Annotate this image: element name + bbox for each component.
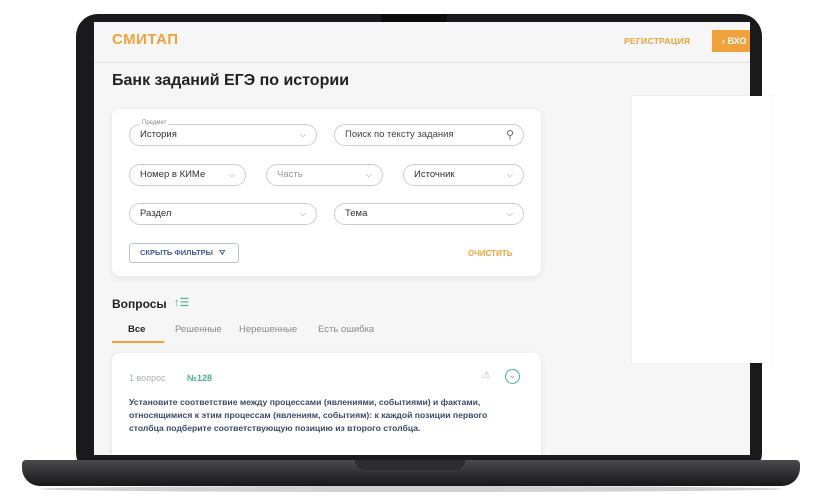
subject-legend: Предмет bbox=[140, 118, 169, 128]
filters-panel: Предмет История ⌵ Поиск по тексту задани… bbox=[112, 109, 541, 276]
search-icon[interactable]: ⚲ bbox=[506, 125, 514, 145]
search-input[interactable]: Поиск по тексту задания ⚲ bbox=[334, 124, 524, 146]
hide-filters-button[interactable]: СКРЫТЬ ФИЛЬТРЫ ⛛ bbox=[129, 243, 239, 263]
subject-value: История bbox=[140, 129, 177, 140]
chevron-down-icon: ⌵ bbox=[506, 170, 513, 179]
header-divider bbox=[94, 62, 750, 63]
hide-filters-label: СКРЫТЬ ФИЛЬТРЫ bbox=[140, 248, 214, 257]
sort-icon[interactable]: ↑☰ bbox=[174, 296, 189, 309]
chevron-down-icon: ⌵ bbox=[506, 209, 513, 218]
topic-label: Тема bbox=[345, 208, 368, 219]
register-link[interactable]: РЕГИСТРАЦИЯ bbox=[624, 36, 690, 46]
active-tab-indicator bbox=[112, 341, 164, 343]
logo[interactable]: СМИТАП bbox=[112, 31, 179, 48]
tab-unsolved[interactable]: Нерешенные bbox=[239, 324, 297, 335]
kim-number-select[interactable]: Номер в КИМе ⌵ bbox=[129, 164, 246, 186]
expand-icon[interactable]: ⌄ bbox=[505, 369, 520, 384]
question-text: Установите соответствие между процессами… bbox=[129, 397, 488, 433]
section-select[interactable]: Раздел ⌵ bbox=[129, 203, 317, 225]
login-button[interactable]: › ВХО bbox=[712, 30, 750, 52]
search-placeholder: Поиск по тексту задания bbox=[345, 129, 454, 140]
section-label: Раздел bbox=[140, 208, 172, 219]
subject-select[interactable]: Предмет История ⌵ bbox=[129, 118, 317, 146]
question-index: 1 вопрос bbox=[129, 373, 166, 383]
topic-select[interactable]: Тема ⌵ bbox=[334, 203, 524, 225]
warning-icon[interactable]: ⚠ bbox=[482, 370, 491, 381]
part-select[interactable]: Часть ⌵ bbox=[266, 164, 383, 186]
filter-off-icon: ⛛ bbox=[219, 248, 226, 257]
chevron-down-icon: ⌵ bbox=[299, 130, 306, 139]
part-label: Часть bbox=[277, 169, 303, 180]
question-id[interactable]: №128 bbox=[187, 373, 212, 383]
chevron-down-icon: ⌵ bbox=[228, 170, 235, 179]
laptop-base-notch bbox=[355, 460, 465, 470]
chevron-down-icon: ⌵ bbox=[299, 209, 306, 218]
tab-has-error[interactable]: Есть ошибка bbox=[318, 324, 374, 335]
questions-heading: Вопросы bbox=[112, 297, 167, 311]
kim-number-label: Номер в КИМе bbox=[140, 169, 206, 180]
laptop-shadow bbox=[40, 486, 782, 492]
tab-all[interactable]: Все bbox=[128, 324, 145, 335]
source-select[interactable]: Источник ⌵ bbox=[403, 164, 524, 186]
chevron-down-icon: ⌵ bbox=[365, 170, 372, 179]
tab-solved[interactable]: Решенные bbox=[175, 324, 222, 335]
question-card: 1 вопрос №128 ⚠ ⌄ Установите соответстви… bbox=[112, 353, 541, 455]
page-title: Банк заданий ЕГЭ по истории bbox=[112, 72, 350, 89]
source-label: Источник bbox=[414, 169, 455, 180]
blank-overlay-panel bbox=[632, 96, 772, 363]
clear-button[interactable]: ОЧИСТИТЬ bbox=[468, 249, 512, 258]
